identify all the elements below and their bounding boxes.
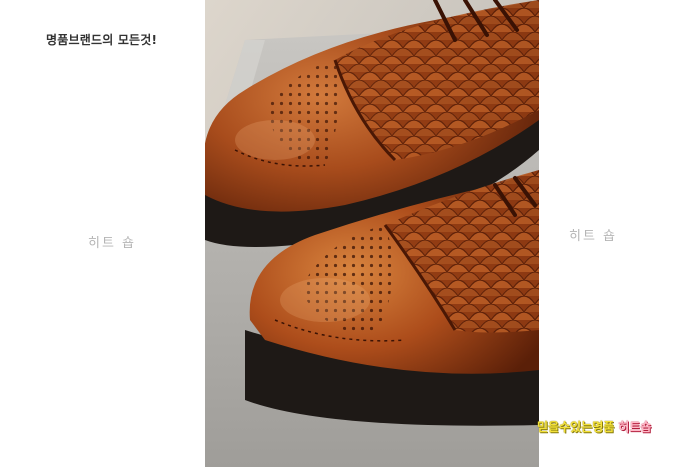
brand-tagline: 명품브랜드의 모든것! [46, 33, 158, 47]
shoe-photo-icon [205, 0, 539, 467]
product-photo [205, 0, 539, 467]
promo-part2: 히트숍 [618, 420, 652, 434]
promo-part1: 믿을수있는명품 [537, 420, 615, 434]
promo-text: 믿을수있는명품 히트숍 [537, 418, 651, 435]
watermark-right: 히트 숍 [569, 229, 618, 244]
watermark-left: 히트 숍 [88, 236, 137, 251]
